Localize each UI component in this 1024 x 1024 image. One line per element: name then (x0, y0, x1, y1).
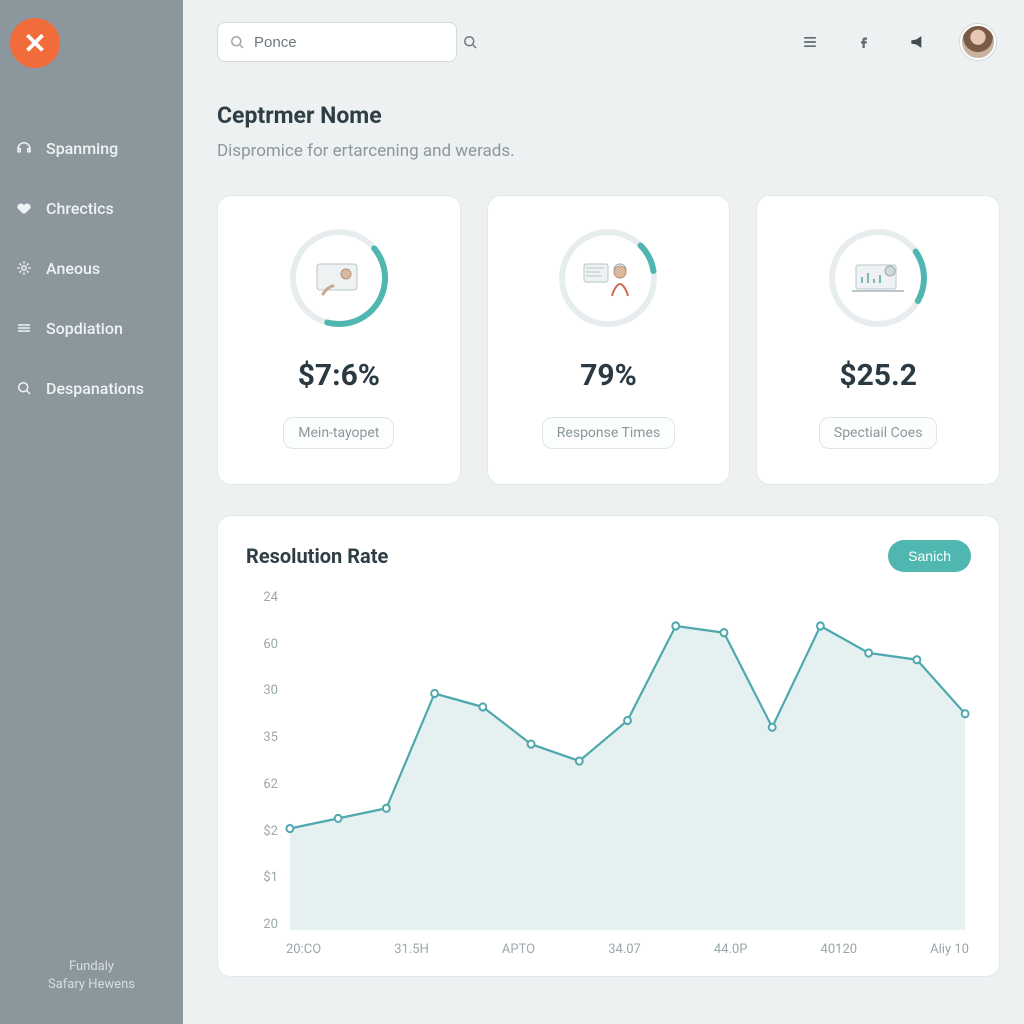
y-tick: $1 (246, 870, 278, 885)
content: Ceptrmer Nome Dispromice for ertarcening… (183, 84, 1024, 977)
page-subtitle: Dispromice for ertarcening and werads. (217, 141, 1012, 161)
metric-label[interactable]: Mein-tayopet (283, 417, 394, 449)
sidebar-item-aneous[interactable]: Aneous (14, 258, 183, 278)
y-tick: $2 (246, 824, 278, 839)
y-tick: 30 (246, 683, 278, 698)
x-tick: 20:CO (286, 942, 321, 966)
page-title: Ceptrmer Nome (217, 102, 1012, 129)
support-agent-icon (554, 224, 662, 332)
megaphone-icon[interactable] (906, 30, 930, 54)
menu-icon[interactable] (798, 30, 822, 54)
search-icon (14, 378, 34, 398)
chart-action-button[interactable]: Sanich (888, 540, 971, 572)
main: Ceptrmer Nome Dispromice for ertarcening… (183, 0, 1024, 1024)
metric-label[interactable]: Response Times (542, 417, 675, 449)
sidebar-item-sopdiation[interactable]: Sopdiation (14, 318, 183, 338)
ring-gauge (285, 224, 393, 332)
top-actions (798, 24, 996, 60)
metric-card-1: 79% Response Times (487, 195, 731, 485)
topbar (183, 0, 1024, 84)
chart-title: Resolution Rate (246, 544, 388, 568)
sidebar-item-spanming[interactable]: Spanming (14, 138, 183, 158)
headset-icon (14, 138, 34, 158)
x-tick: Aliy 10 (930, 942, 969, 966)
x-tick: 40120 (821, 942, 858, 966)
sparkle-icon (14, 258, 34, 278)
metric-cards: $7:6% Mein-tayopet (217, 195, 1012, 485)
chart-x-axis: 20:CO 31.5H APTO 34.07 44.0P 40120 Aliy 10 (284, 936, 971, 966)
metric-value: 79% (580, 358, 637, 393)
metric-value: $25.2 (839, 358, 917, 393)
search-input[interactable] (254, 34, 453, 51)
chart-header: Resolution Rate Sanich (246, 540, 971, 572)
y-tick: 62 (246, 777, 278, 792)
sidebar-item-label: Chrectics (46, 199, 114, 218)
y-tick: 20 (246, 917, 278, 932)
brand-logo[interactable]: ✕ (10, 18, 60, 68)
metric-card-2: $25.2 Spectiail Coes (756, 195, 1000, 485)
logo-glyph: ✕ (23, 27, 46, 60)
search-submit-icon[interactable] (461, 30, 479, 54)
search-box[interactable] (217, 22, 457, 62)
sidebar-item-label: Spanming (46, 139, 118, 158)
sidebar-nav: Spanming Chrectics Aneous Sopdiation (0, 138, 183, 398)
x-tick: 31.5H (394, 942, 429, 966)
sidebar-item-label: Sopdiation (46, 319, 123, 338)
chart-plot (284, 586, 971, 936)
sidebar-footer: Fundaly Safary Hewens (0, 938, 183, 1024)
metric-value: $7:6% (298, 358, 380, 393)
x-tick: 44.0P (714, 942, 748, 966)
x-tick: APTO (502, 942, 535, 966)
ring-gauge (554, 224, 662, 332)
footer-line-2: Safary Hewens (0, 976, 183, 994)
chart-y-axis: 24 60 30 35 62 $2 $1 20 (246, 586, 284, 936)
laptop-analytics-icon (824, 224, 932, 332)
sidebar-item-label: Aneous (46, 259, 100, 278)
chart-area: 24 60 30 35 62 $2 $1 20 20:CO 31.5H APTO 34.07 44.0… (246, 586, 971, 966)
y-tick: 35 (246, 730, 278, 745)
y-tick: 24 (246, 590, 278, 605)
screen-touch-icon (285, 224, 393, 332)
chart-panel: Resolution Rate Sanich 24 60 30 35 62 $2 $1 20 … (217, 515, 1000, 977)
footer-line-1: Fundaly (0, 958, 183, 976)
sidebar-item-label: Despanations (46, 379, 144, 398)
facebook-icon[interactable] (852, 30, 876, 54)
sidebar-item-despanations[interactable]: Despanations (14, 378, 183, 398)
sidebar-item-chrectics[interactable]: Chrectics (14, 198, 183, 218)
metric-label[interactable]: Spectiail Coes (819, 417, 938, 449)
sidebar: ✕ Spanming Chrectics Aneous (0, 0, 183, 1024)
bars-icon (14, 318, 34, 338)
avatar[interactable] (960, 24, 996, 60)
ring-gauge (824, 224, 932, 332)
metric-card-0: $7:6% Mein-tayopet (217, 195, 461, 485)
search-icon (228, 30, 246, 54)
y-tick: 60 (246, 637, 278, 652)
heart-icon (14, 198, 34, 218)
x-tick: 34.07 (608, 942, 641, 966)
